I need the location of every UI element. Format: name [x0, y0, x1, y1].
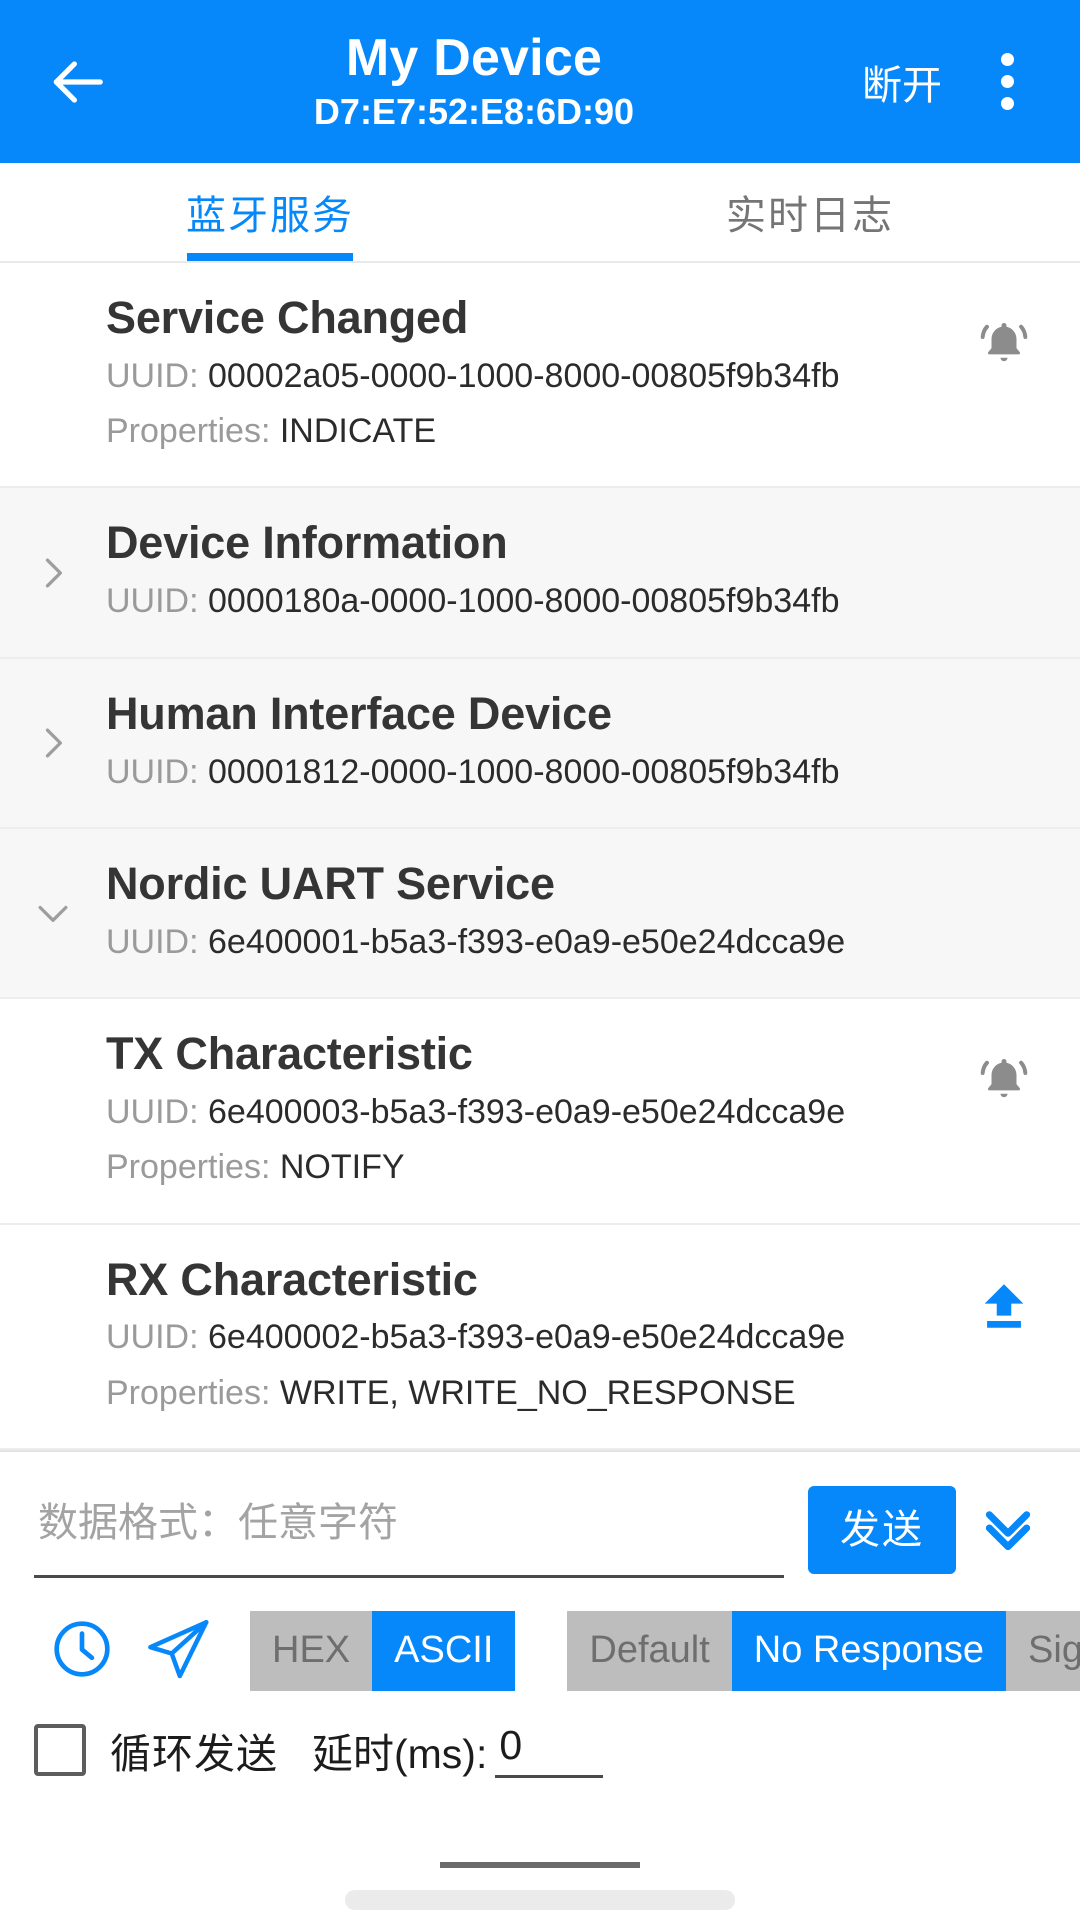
arrow-left-icon — [46, 51, 108, 113]
paper-plane-icon — [142, 1613, 214, 1690]
write-type-option-default[interactable]: Default — [567, 1611, 732, 1691]
chevron-right-icon — [28, 548, 78, 598]
tab-label: 实时日志 — [726, 194, 894, 238]
loop-send-checkbox[interactable] — [34, 1724, 86, 1777]
uuid-label: UUID: — [106, 752, 199, 791]
service-uuid-line: UUID: 6e400001-b5a3-f393-e0a9-e50e24dcca… — [106, 918, 1046, 967]
format-option-hex[interactable]: HEX — [250, 1611, 373, 1691]
uuid-label: UUID: — [106, 922, 199, 961]
service-uuid-line: UUID: 00001812-0000-1000-8000-00805f9b34… — [106, 748, 1046, 797]
loop-send-row: 循环发送 延时(ms): — [0, 1694, 1080, 1780]
device-mac-address: D7:E7:52:E8:6D:90 — [313, 91, 635, 133]
bell-notify-icon — [974, 315, 1034, 380]
ble-device-screen: My Device D7:E7:52:E8:6D:90 断开 蓝牙服务 实时日志… — [0, 0, 1080, 1920]
more-vert-icon-dot — [1000, 53, 1014, 66]
write-type-option-signed[interactable]: Signed — [1006, 1611, 1080, 1691]
format-option-ascii[interactable]: ASCII — [372, 1611, 516, 1691]
list-item[interactable]: Device Information UUID: 0000180a-0000-1… — [0, 488, 1080, 659]
notify-toggle-button[interactable] — [972, 315, 1036, 379]
data-format-toggle: HEX ASCII — [250, 1611, 516, 1691]
service-title: Service Changed — [106, 292, 469, 343]
history-button[interactable] — [34, 1608, 130, 1694]
system-nav-bar-hint — [345, 1890, 735, 1910]
tab-realtime-log[interactable]: 实时日志 — [540, 163, 1080, 261]
characteristic-uuid-line: UUID: 6e400003-b5a3-f393-e0a9-e50e24dcca… — [106, 1088, 1046, 1137]
more-vert-icon-dot — [1000, 75, 1014, 88]
properties-value: NOTIFY — [279, 1148, 405, 1187]
uuid-value: 00001812-0000-1000-8000-00805f9b34fb — [208, 752, 840, 791]
notify-toggle-button[interactable] — [972, 1051, 1036, 1115]
uuid-value: 6e400001-b5a3-f393-e0a9-e50e24dcca9e — [208, 922, 846, 961]
upload-icon — [975, 1277, 1033, 1340]
characteristic-title: TX Characteristic — [106, 1028, 473, 1080]
uuid-label: UUID: — [106, 1092, 199, 1131]
properties-label: Properties: — [106, 1373, 271, 1412]
properties-label: Properties: — [106, 412, 271, 451]
app-bar: My Device D7:E7:52:E8:6D:90 断开 — [0, 0, 1080, 163]
service-title: Human Interface Device — [106, 687, 612, 739]
tab-bar: 蓝牙服务 实时日志 — [0, 163, 1080, 263]
characteristic-properties-line: Properties: WRITE, WRITE_NO_RESPONSE — [106, 1369, 1046, 1418]
uuid-label: UUID: — [106, 1318, 199, 1357]
list-item[interactable]: RX Characteristic UUID: 6e400002-b5a3-f3… — [0, 1225, 1080, 1451]
write-button[interactable] — [972, 1277, 1036, 1341]
clock-icon — [49, 1616, 115, 1687]
list-item[interactable]: TX Characteristic UUID: 6e400003-b5a3-f3… — [0, 999, 1080, 1225]
service-list: Service Changed UUID: 00002a05-0000-1000… — [0, 263, 1080, 1451]
properties-label: Properties: — [106, 1148, 271, 1187]
tool-row: HEX ASCII Default No Response Signed — [0, 1586, 1080, 1694]
delay-input[interactable] — [495, 1722, 604, 1779]
service-uuid-line: UUID: 0000180a-0000-1000-8000-00805f9b34… — [106, 577, 1046, 626]
bell-notify-icon — [974, 1051, 1034, 1116]
service-uuid-line: UUID: 00002a05-0000-1000-8000-00805f9b34… — [106, 352, 1046, 401]
uuid-label: UUID: — [106, 582, 199, 621]
delay-label: 延时(ms): — [312, 1731, 488, 1778]
write-type-option-no-response[interactable]: No Response — [731, 1611, 1007, 1691]
title-block: My Device D7:E7:52:E8:6D:90 — [100, 29, 848, 134]
characteristic-uuid-line: UUID: 6e400002-b5a3-f393-e0a9-e50e24dcca… — [106, 1313, 1046, 1362]
chevron-double-down-icon — [976, 1496, 1040, 1565]
loop-send-label: 循环发送 — [110, 1731, 278, 1778]
list-item[interactable]: Service Changed UUID: 00002a05-0000-1000… — [0, 263, 1080, 489]
uuid-label: UUID: — [106, 356, 199, 395]
properties-value: INDICATE — [279, 412, 437, 451]
composer-panel: 发送 — [0, 1450, 1080, 1920]
write-type-toggle: Default No Response Signed — [567, 1611, 1080, 1691]
chevron-down-icon — [28, 888, 78, 938]
properties-value: WRITE, WRITE_NO_RESPONSE — [279, 1373, 796, 1412]
uuid-value: 6e400003-b5a3-f393-e0a9-e50e24dcca9e — [208, 1092, 846, 1131]
send-button[interactable]: 发送 — [808, 1486, 956, 1575]
data-input[interactable] — [34, 1482, 784, 1579]
expand-panel-button[interactable] — [964, 1486, 1052, 1574]
characteristic-title: RX Characteristic — [106, 1253, 478, 1305]
chevron-right-icon — [28, 718, 78, 768]
service-title: Nordic UART Service — [106, 857, 555, 909]
input-row: 发送 — [0, 1474, 1080, 1586]
list-item[interactable]: Nordic UART Service UUID: 6e400001-b5a3-… — [0, 828, 1080, 1000]
page-title: My Device — [345, 28, 603, 87]
uuid-value: 6e400002-b5a3-f393-e0a9-e50e24dcca9e — [208, 1318, 846, 1357]
service-properties-line: Properties: INDICATE — [106, 407, 1046, 456]
tab-label: 蓝牙服务 — [186, 194, 354, 238]
disconnect-button[interactable]: 断开 — [848, 43, 956, 121]
scroll-indicator — [440, 1862, 640, 1868]
list-item[interactable]: Human Interface Device UUID: 00001812-00… — [0, 658, 1080, 829]
more-vert-icon-dot — [1000, 97, 1014, 110]
quick-send-button[interactable] — [130, 1608, 226, 1694]
service-title: Device Information — [106, 517, 508, 569]
tab-bluetooth-services[interactable]: 蓝牙服务 — [0, 163, 540, 261]
characteristic-properties-line: Properties: NOTIFY — [106, 1143, 1046, 1192]
uuid-value: 00002a05-0000-1000-8000-00805f9b34fb — [208, 356, 840, 395]
overflow-menu-button[interactable] — [968, 37, 1046, 127]
uuid-value: 0000180a-0000-1000-8000-00805f9b34fb — [208, 582, 840, 621]
